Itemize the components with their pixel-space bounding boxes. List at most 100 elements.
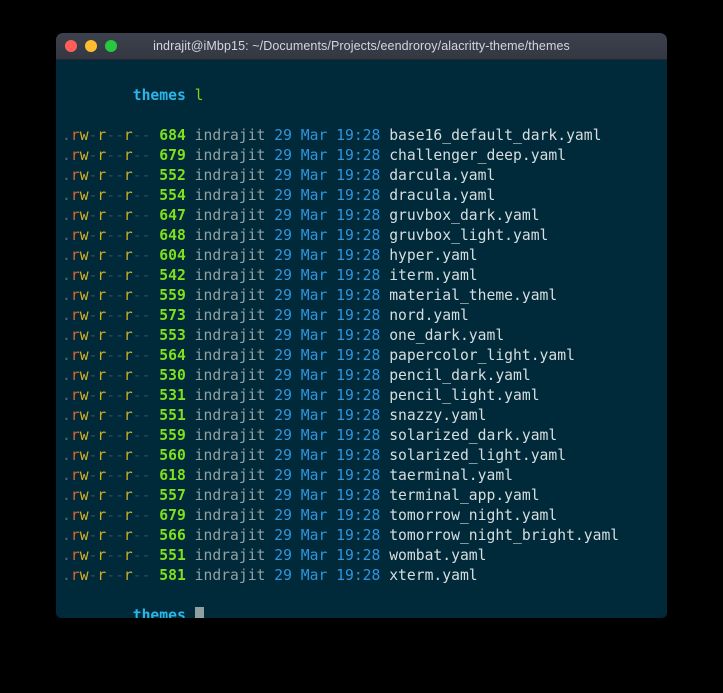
- close-button-icon[interactable]: [65, 40, 77, 52]
- permission-char: w: [79, 387, 89, 404]
- file-name[interactable]: material_theme.yaml: [389, 287, 557, 304]
- permission-char: -: [132, 307, 142, 324]
- shell-prompt-label: themes: [132, 87, 186, 104]
- file-permissions: .rw-r--r--: [62, 167, 150, 184]
- file-date: 29 Mar: [274, 127, 328, 144]
- file-owner: indrajit: [194, 407, 266, 424]
- file-row: .rw-r--r-- 542 indrajit 29 Mar 19:28 ite…: [56, 266, 667, 286]
- typed-command: l: [194, 87, 204, 104]
- file-name[interactable]: xterm.yaml: [389, 567, 477, 584]
- file-name[interactable]: tomorrow_night.yaml: [389, 507, 557, 524]
- file-permissions: .rw-r--r--: [62, 347, 150, 364]
- file-owner: indrajit: [194, 187, 266, 204]
- permission-char: -: [132, 187, 142, 204]
- permission-char: r: [97, 167, 107, 184]
- file-name[interactable]: solarized_dark.yaml: [389, 427, 557, 444]
- permission-char: r: [123, 287, 133, 304]
- permission-char: -: [132, 127, 142, 144]
- permission-char: -: [141, 147, 151, 164]
- file-size: 552: [159, 167, 186, 184]
- permission-char: -: [106, 427, 116, 444]
- text-cursor: [194, 607, 204, 618]
- file-size: 560: [159, 447, 186, 464]
- permission-char: -: [141, 407, 151, 424]
- file-name[interactable]: nord.yaml: [389, 307, 469, 324]
- permission-char: r: [70, 427, 80, 444]
- file-name[interactable]: snazzy.yaml: [389, 407, 486, 424]
- file-date: 29 Mar: [274, 347, 328, 364]
- permission-char: -: [106, 287, 116, 304]
- file-name[interactable]: pencil_light.yaml: [389, 387, 539, 404]
- file-name[interactable]: gruvbox_dark.yaml: [389, 207, 539, 224]
- file-name[interactable]: darcula.yaml: [389, 167, 495, 184]
- file-name[interactable]: wombat.yaml: [389, 547, 486, 564]
- permission-char: r: [70, 527, 80, 544]
- file-date: 29 Mar: [274, 507, 328, 524]
- file-date: 29 Mar: [274, 267, 328, 284]
- file-row: .rw-r--r-- 684 indrajit 29 Mar 19:28 bas…: [56, 126, 667, 146]
- permission-char: -: [132, 427, 142, 444]
- terminal-window[interactable]: indrajit@iMbp15: ~/Documents/Projects/ee…: [56, 33, 667, 618]
- permission-char: r: [97, 327, 107, 344]
- file-name[interactable]: hyper.yaml: [389, 247, 477, 264]
- shell-prompt-label-final: themes: [132, 607, 186, 618]
- permission-leading-dot: .: [62, 167, 71, 184]
- file-size: 581: [159, 567, 186, 584]
- file-row: .rw-r--r-- 648 indrajit 29 Mar 19:28 gru…: [56, 226, 667, 246]
- permission-char: r: [97, 527, 107, 544]
- permission-char: r: [97, 467, 107, 484]
- file-name[interactable]: taerminal.yaml: [389, 467, 513, 484]
- permission-char: r: [123, 407, 133, 424]
- file-name[interactable]: dracula.yaml: [389, 187, 495, 204]
- file-owner: indrajit: [194, 287, 266, 304]
- maximize-button-icon[interactable]: [105, 40, 117, 52]
- permission-char: -: [141, 527, 151, 544]
- file-name[interactable]: terminal_app.yaml: [389, 487, 539, 504]
- terminal-output-area[interactable]: themes l .rw-r--r-- 684 indrajit 29 Mar …: [56, 60, 667, 618]
- file-name[interactable]: iterm.yaml: [389, 267, 477, 284]
- file-permissions: .rw-r--r--: [62, 487, 150, 504]
- file-name[interactable]: papercolor_light.yaml: [389, 347, 575, 364]
- file-name[interactable]: solarized_light.yaml: [389, 447, 566, 464]
- permission-char: -: [115, 527, 124, 544]
- permission-leading-dot: .: [62, 207, 71, 224]
- permission-leading-dot: .: [62, 307, 71, 324]
- permission-char: w: [79, 307, 89, 324]
- file-time: 19:28: [336, 307, 381, 324]
- permission-char: -: [141, 507, 151, 524]
- file-name[interactable]: base16_default_dark.yaml: [389, 127, 601, 144]
- file-permissions: .rw-r--r--: [62, 507, 150, 524]
- minimize-button-icon[interactable]: [85, 40, 97, 52]
- permission-char: r: [97, 287, 107, 304]
- file-size: 551: [159, 407, 186, 424]
- permission-char: r: [123, 127, 133, 144]
- file-name[interactable]: tomorrow_night_bright.yaml: [389, 527, 619, 544]
- window-title-bar[interactable]: indrajit@iMbp15: ~/Documents/Projects/ee…: [56, 33, 667, 60]
- file-time: 19:28: [336, 207, 381, 224]
- permission-char: w: [79, 287, 89, 304]
- permission-char: r: [70, 367, 80, 384]
- permission-char: w: [79, 327, 89, 344]
- permission-char: -: [141, 287, 151, 304]
- permission-char: r: [70, 267, 80, 284]
- permission-char: -: [106, 407, 116, 424]
- permission-leading-dot: .: [62, 267, 71, 284]
- permission-char: -: [141, 387, 151, 404]
- permission-char: -: [141, 187, 151, 204]
- file-name[interactable]: gruvbox_light.yaml: [389, 227, 548, 244]
- file-permissions: .rw-r--r--: [62, 427, 150, 444]
- permission-char: r: [70, 387, 80, 404]
- file-name[interactable]: pencil_dark.yaml: [389, 367, 530, 384]
- file-owner: indrajit: [194, 267, 266, 284]
- file-time: 19:28: [336, 407, 381, 424]
- file-name[interactable]: one_dark.yaml: [389, 327, 504, 344]
- file-size: 647: [159, 207, 186, 224]
- permission-char: r: [123, 387, 133, 404]
- file-date: 29 Mar: [274, 287, 328, 304]
- permission-char: r: [97, 307, 107, 324]
- file-name[interactable]: challenger_deep.yaml: [389, 147, 566, 164]
- file-date: 29 Mar: [274, 427, 328, 444]
- permission-leading-dot: .: [62, 287, 71, 304]
- file-owner: indrajit: [194, 507, 266, 524]
- permission-char: -: [141, 347, 151, 364]
